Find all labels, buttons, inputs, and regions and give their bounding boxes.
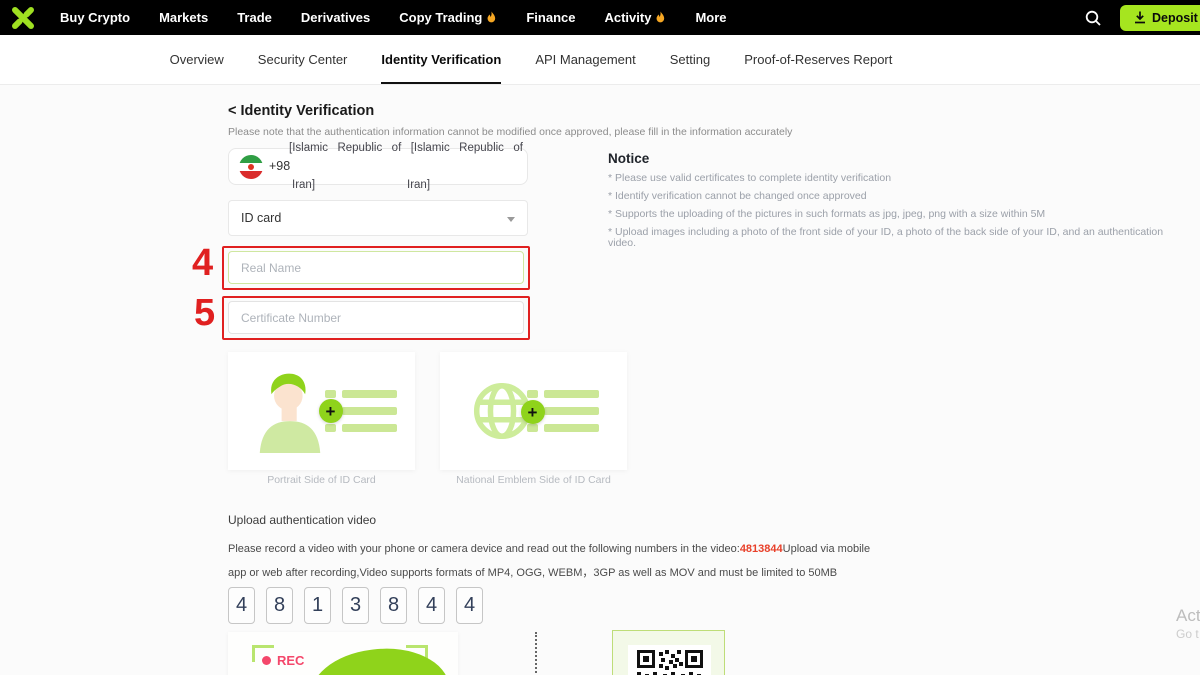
account-nav-tab[interactable]: Identity Verification [381,35,501,84]
annotation-number-5: 5 [194,292,216,334]
add-upload-icon: + [520,400,545,424]
main-menu-item[interactable]: Buy Crypto [60,10,130,25]
notice-item: * Please use valid certificates to compl… [608,172,892,184]
deposit-button[interactable]: Deposit [1120,4,1200,31]
account-nav-tab[interactable]: Setting [670,35,710,84]
upload-emblem-side[interactable]: + [440,352,627,470]
id-type-select[interactable]: ID card [228,200,528,236]
top-navigation-bar: Buy Crypto Markets Trade Derivatives Cop… [0,0,1200,35]
digit-box: 4 [456,587,483,624]
digit-box: 3 [342,587,369,624]
account-nav-tab[interactable]: Overview [170,35,224,84]
digit-box: 4 [418,587,445,624]
main-menu-item[interactable]: Markets [159,10,208,25]
main-menu-item[interactable]: Activity [604,10,666,25]
certificate-number-input[interactable] [228,301,524,334]
account-nav-tab[interactable]: Proof-of-Reserves Report [744,35,892,84]
flame-icon [656,11,665,23]
video-section-title: Upload authentication video [228,513,377,527]
main-menu-item[interactable]: Derivatives [301,10,370,25]
page-subtitle: Please note that the authentication info… [228,126,793,138]
real-name-input[interactable] [228,251,524,284]
chevron-down-icon [507,217,515,222]
side-widget-link[interactable]: Go t [1176,627,1199,641]
page-title[interactable]: < Identity Verification [228,103,374,119]
account-nav-tab[interactable]: Security Center [258,35,348,84]
video-instructions: Please record a video with your phone or… [228,543,871,579]
video-recording-preview: REC [228,632,458,675]
verification-digits: 4813844 [228,587,483,624]
main-menu-item[interactable]: Copy Trading [399,10,497,25]
digit-box: 8 [380,587,407,624]
notice-item: * Supports the uploading of the pictures… [608,208,1046,220]
main-menu-item[interactable]: Trade [237,10,272,25]
rec-indicator: REC [262,653,304,668]
id-type-value: ID card [241,211,282,225]
xt-logo[interactable] [10,5,36,31]
qr-code [628,645,711,675]
annotation-box-real-name [222,246,530,290]
country-name-overflow-line2a: Iran] [292,179,316,191]
country-selector[interactable]: +98 [Islamic Republic of [Islamic Republ… [228,142,528,191]
main-menu-item[interactable]: Finance [526,10,575,25]
notice-list: * Please use valid certificates to compl… [608,173,1168,256]
notice-item: * Upload images including a photo of the… [608,226,1164,249]
digit-box: 8 [266,587,293,624]
add-upload-icon: + [318,399,343,423]
account-settings-nav: Overview Security Center Identity Verifi… [0,35,1200,85]
digit-box: 1 [304,587,331,624]
digit-box: 4 [228,587,255,624]
account-nav-tab[interactable]: API Management [535,35,635,84]
dashed-divider [535,632,537,675]
iran-flag-icon [239,155,263,179]
download-icon [1135,11,1145,24]
country-name-overflow-line2b: Iran] [407,179,431,191]
notice-item: * Identify verification cannot be change… [608,190,867,202]
search-icon[interactable] [1082,7,1104,29]
identity-verification-content: < Identity Verification Please note that… [0,85,1200,675]
annotation-box-certificate [222,296,530,340]
annotation-number-4: 4 [192,242,214,284]
main-menu-item[interactable]: More [695,10,726,25]
upload-caption-portrait: Portrait Side of ID Card [267,474,376,486]
side-widget-title: Act [1176,606,1200,625]
rec-dot-icon [262,656,271,665]
qr-code-panel [612,630,725,675]
country-name-overflow-line1: [Islamic Republic of [Islamic Republic o… [289,142,523,154]
upload-caption-emblem: National Emblem Side of ID Card [456,474,611,486]
notice-title: Notice [608,151,650,166]
upload-portrait-side[interactable]: + [228,352,415,470]
verification-code: 4813844 [739,543,783,555]
dial-code: +98 [269,159,291,173]
main-menu: Buy Crypto Markets Trade Derivatives Cop… [60,10,727,25]
flame-icon [487,11,496,23]
person-head-illustration [305,640,455,675]
